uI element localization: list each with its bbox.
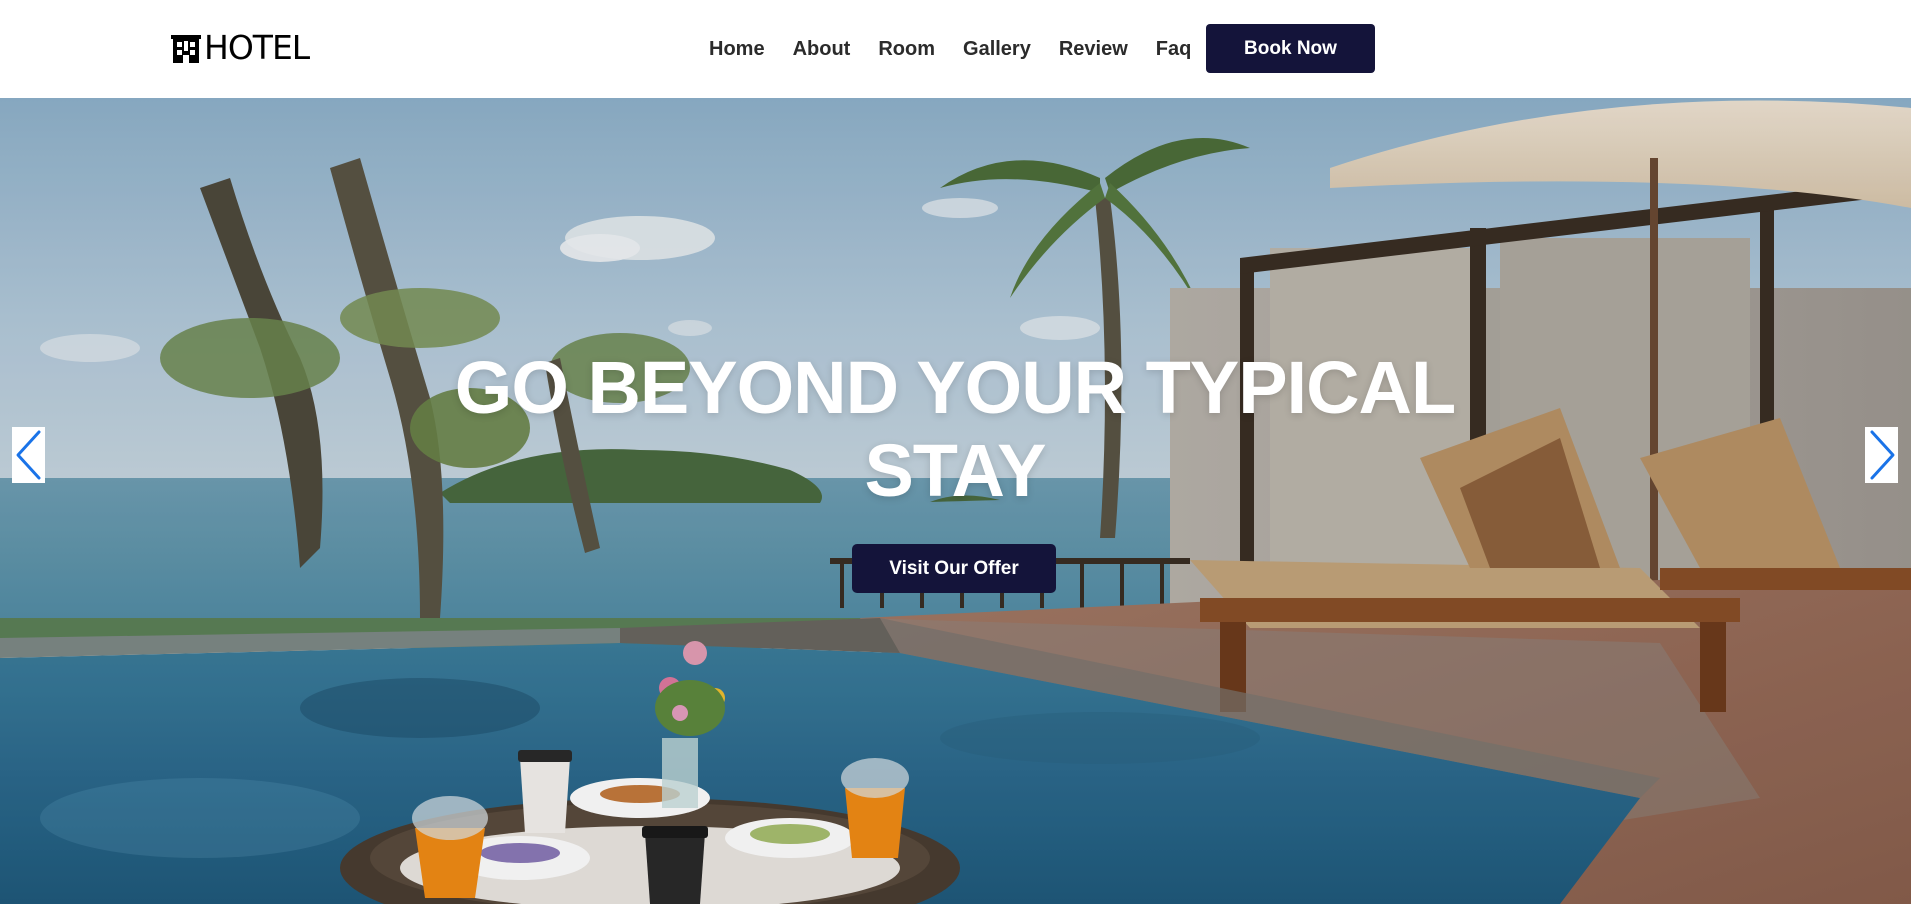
book-now-button[interactable]: Book Now	[1206, 24, 1375, 73]
brand-name: HOTEL	[204, 28, 310, 67]
chevron-right-icon	[1870, 430, 1894, 480]
nav-item-review[interactable]: Review	[1059, 38, 1128, 61]
site-header: HOTEL Home About Room Gallery Review Faq…	[0, 0, 1911, 98]
slider-next-button[interactable]	[1865, 427, 1898, 483]
brand-logo[interactable]: HOTEL	[170, 28, 310, 67]
nav-item-gallery[interactable]: Gallery	[963, 38, 1031, 61]
nav-item-faq[interactable]: Faq	[1156, 38, 1192, 61]
nav-item-room[interactable]: Room	[878, 38, 935, 61]
hero-title: GO BEYOND YOUR TYPICAL STAY	[454, 346, 1456, 512]
nav-item-home[interactable]: Home	[709, 38, 765, 61]
hotel-building-icon	[171, 35, 201, 63]
slider-prev-button[interactable]	[12, 427, 45, 483]
visit-offer-button[interactable]: Visit Our Offer	[852, 544, 1056, 593]
nav-item-about[interactable]: About	[793, 38, 851, 61]
hero-slider: GO BEYOND YOUR TYPICAL STAY Visit Our Of…	[0, 98, 1911, 904]
main-nav: Home About Room Gallery Review Faq	[709, 0, 1191, 98]
chevron-left-icon	[16, 430, 40, 480]
